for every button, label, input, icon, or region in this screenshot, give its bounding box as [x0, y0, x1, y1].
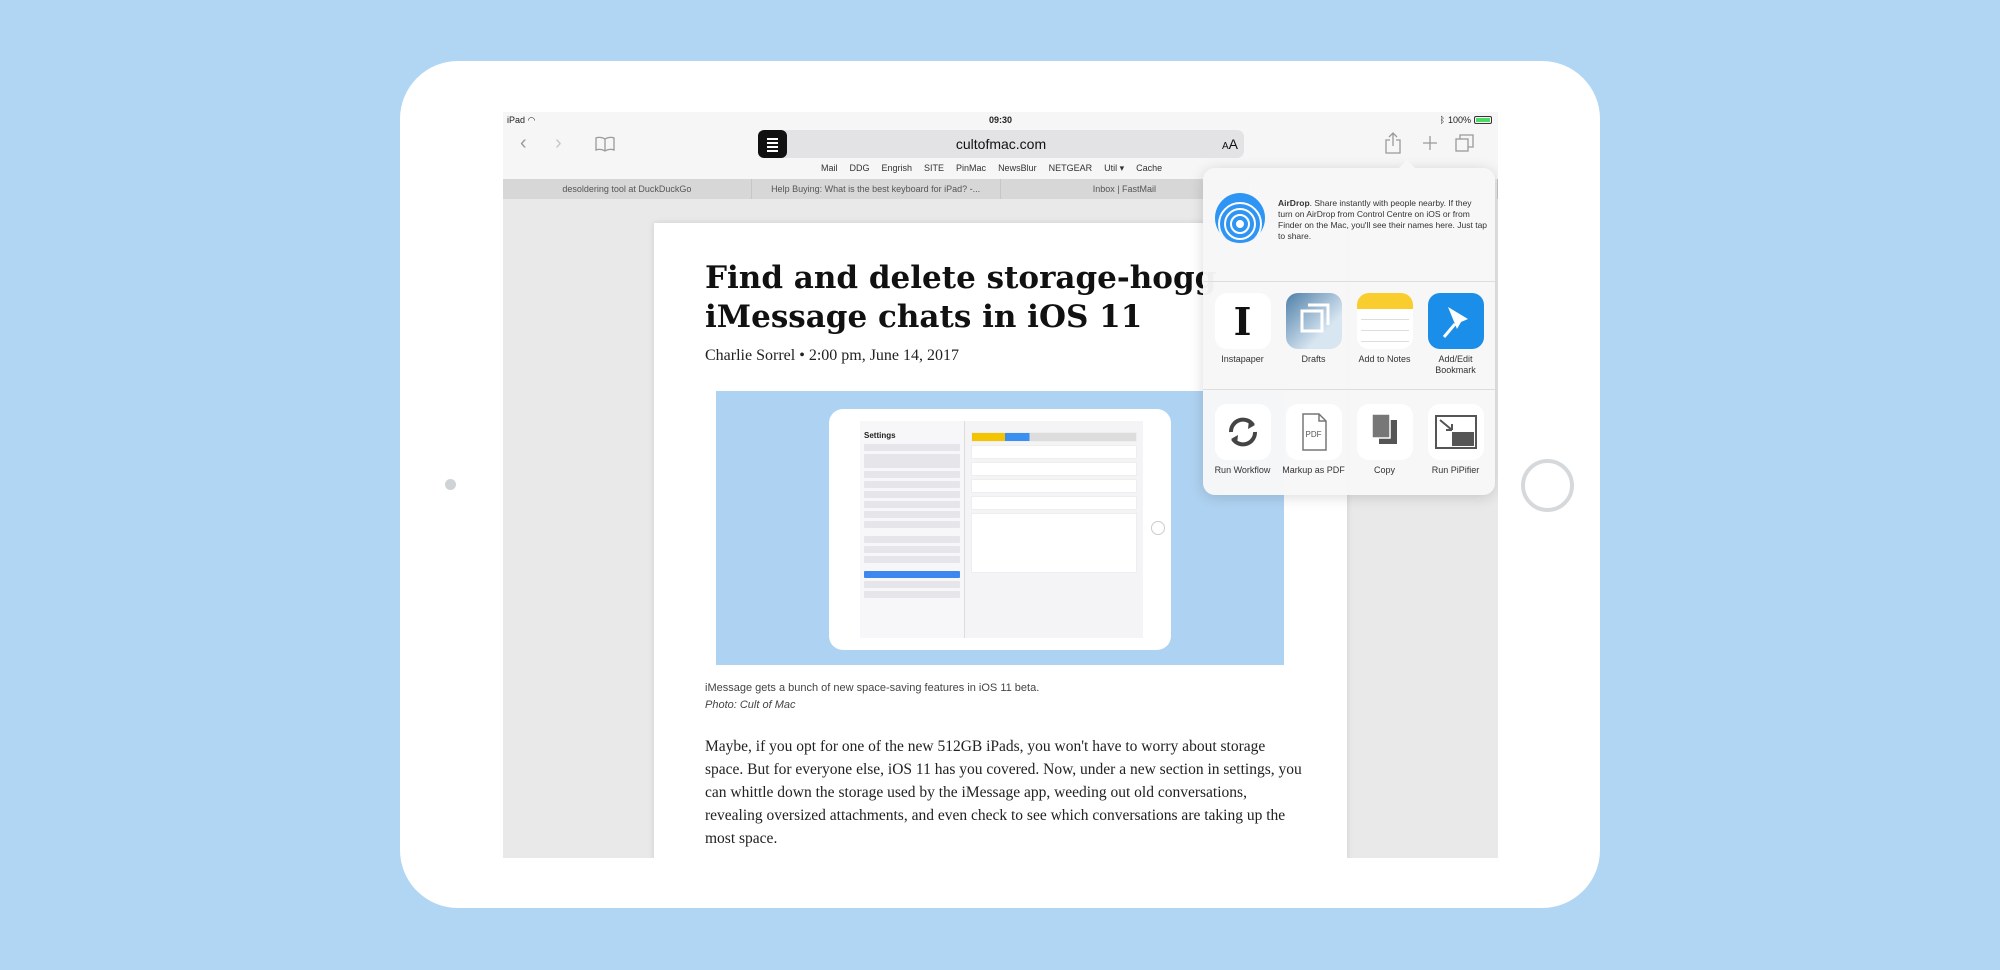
workflow-icon: [1214, 404, 1271, 460]
status-bar: iPad ◠ 09:30 ᛒ 100%: [503, 112, 1498, 127]
share-actions-row: I Instapaper Drafts Add to Notes Add/Edi…: [1203, 293, 1495, 376]
add-edit-bookmark-action[interactable]: Add/Edit Bookmark: [1423, 293, 1489, 376]
image-caption: iMessage gets a bunch of new space-savin…: [705, 680, 1039, 714]
instapaper-icon: I: [1214, 293, 1271, 349]
airdrop-icon[interactable]: [1215, 193, 1265, 243]
copy-action[interactable]: Copy: [1352, 404, 1418, 476]
tab-keyboard-help[interactable]: Help Buying: What is the best keyboard f…: [752, 179, 1001, 199]
new-tab-icon[interactable]: [1422, 135, 1438, 151]
favorite-pinmac[interactable]: PinMac: [956, 163, 986, 174]
pushpin-icon: [1427, 293, 1484, 349]
forward-icon[interactable]: ›: [555, 133, 562, 153]
photo-credit: Photo: Cult of Mac: [705, 699, 796, 711]
drafts-action[interactable]: Drafts: [1281, 293, 1347, 376]
publish-date: 2:00 pm, June 14, 2017: [808, 347, 960, 364]
tabs-overview-icon[interactable]: [1455, 134, 1475, 152]
ipad-frame: iPad ◠ 09:30 ᛒ 100% ‹ › cultofmac.com AA: [400, 61, 1600, 908]
favorite-site[interactable]: SITE: [924, 163, 944, 174]
markup-as-pdf-action[interactable]: PDF Markup as PDF: [1281, 404, 1347, 476]
back-icon[interactable]: ‹: [520, 133, 527, 153]
favorite-engrish[interactable]: Engrish: [882, 163, 913, 174]
share-icon[interactable]: [1384, 132, 1402, 154]
byline: Charlie Sorrel • 2:00 pm, June 14, 2017: [705, 347, 960, 364]
favorite-netgear[interactable]: NETGEAR: [1049, 163, 1093, 174]
home-button[interactable]: [1521, 459, 1574, 512]
copy-icon: [1356, 404, 1413, 460]
bookmarks-icon[interactable]: [595, 136, 615, 152]
text-size-button[interactable]: AA: [1222, 136, 1238, 152]
airdrop-section[interactable]: AirDrop. Share instantly with people nea…: [1203, 168, 1495, 282]
hero-image: Settings: [716, 391, 1284, 665]
favorite-newsblur[interactable]: NewsBlur: [998, 163, 1037, 174]
run-workflow-action[interactable]: Run Workflow: [1210, 404, 1276, 476]
ipad-screen: iPad ◠ 09:30 ᛒ 100% ‹ › cultofmac.com AA: [503, 112, 1498, 858]
instapaper-action[interactable]: I Instapaper: [1210, 293, 1276, 376]
notes-icon: [1356, 293, 1413, 349]
article-body: Maybe, if you opt for one of the new 512…: [705, 738, 1302, 847]
status-right: ᛒ 100%: [1440, 115, 1492, 125]
address-bar[interactable]: cultofmac.com AA: [758, 130, 1244, 158]
add-to-notes-action[interactable]: Add to Notes: [1352, 293, 1418, 376]
author[interactable]: Charlie Sorrel: [705, 347, 795, 364]
run-pipifier-action[interactable]: Run PiPifier: [1423, 404, 1489, 476]
favorite-cache[interactable]: Cache: [1136, 163, 1162, 174]
hero-ipad-illustration: Settings: [829, 409, 1171, 650]
status-time: 09:30: [988, 115, 1013, 125]
favorite-util[interactable]: Util ▾: [1104, 163, 1124, 174]
battery-icon: [1474, 116, 1492, 124]
pip-icon: [1427, 404, 1484, 460]
airdrop-description: AirDrop. Share instantly with people nea…: [1278, 198, 1488, 241]
share-extensions-row: Run Workflow PDF Markup as PDF Copy Run …: [1203, 404, 1495, 476]
favorite-mail[interactable]: Mail: [821, 163, 838, 174]
camera-dot: [445, 479, 456, 490]
tab-duckduckgo[interactable]: desoldering tool at DuckDuckGo: [503, 179, 752, 199]
battery-percent: 100%: [1447, 115, 1471, 125]
favorite-ddg[interactable]: DDG: [850, 163, 870, 174]
safari-toolbar: ‹ › cultofmac.com AA: [503, 127, 1498, 159]
drafts-icon: [1285, 293, 1342, 349]
bluetooth-icon: ᛒ: [1439, 115, 1445, 125]
url-text: cultofmac.com: [955, 136, 1047, 152]
pdf-icon: PDF: [1285, 404, 1342, 460]
share-sheet: AirDrop. Share instantly with people nea…: [1203, 160, 1495, 495]
